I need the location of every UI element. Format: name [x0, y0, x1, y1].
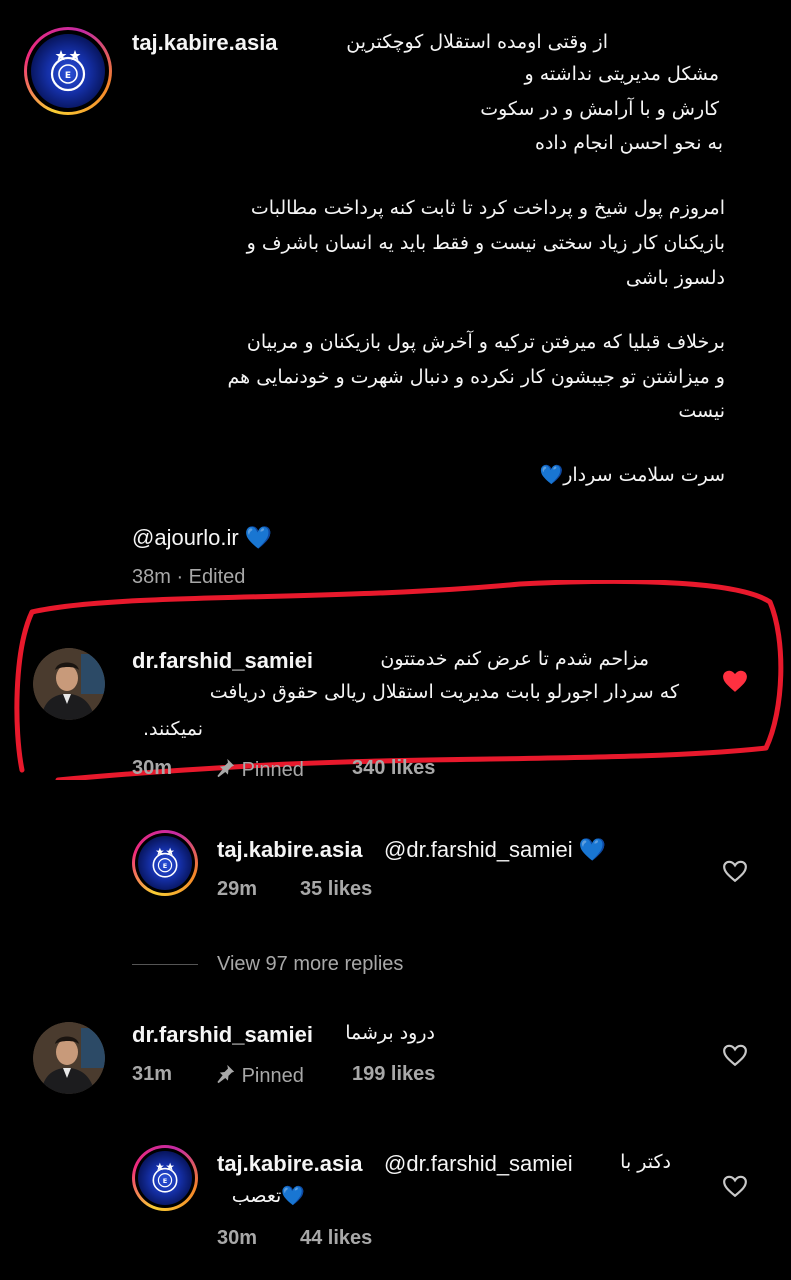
club-logo-icon: E [31, 34, 105, 108]
caption-avatar[interactable]: E [24, 27, 112, 115]
club-logo-icon: E [138, 836, 192, 890]
comment2-username[interactable]: dr.farshid_samiei [132, 1022, 313, 1048]
reply2-likes[interactable]: 44 likes [300, 1227, 372, 1250]
caption-line: برخلاف قبلیا که میرفتن ترکیه و آخرش پول … [246, 331, 725, 353]
comment2-avatar[interactable] [33, 1022, 105, 1094]
comment1-line: مزاحم شدم تا عرض کنم خدمتتون [380, 648, 649, 670]
caption-username[interactable]: taj.kabire.asia [132, 30, 278, 56]
comment1-line: که سردار اجورلو بابت مدیریت استقلال ریال… [209, 681, 679, 703]
caption-line: و میزاشتن تو جیبشون کار نکرده و دنبال شه… [227, 366, 725, 388]
comment1-likes[interactable]: 340 likes [352, 757, 435, 780]
view-more-replies-link[interactable]: View 97 more replies [217, 953, 403, 976]
reply2-text-line2: 💙تعصب [231, 1185, 305, 1207]
caption-line: سرت سلامت سردار💙 [539, 464, 725, 486]
reply2-username[interactable]: taj.kabire.asia [217, 1151, 363, 1177]
reply1-like-heart-icon[interactable] [722, 859, 748, 883]
comment1-pinned-label: Pinned [241, 759, 304, 781]
comment2-time: 31m [132, 1063, 173, 1085]
caption-line: مشکل مدیریتی نداشته و [524, 63, 719, 85]
caption-line: از وقتی اومده استقلال کوچکترین [346, 31, 608, 53]
comment1-like-heart-icon[interactable] [722, 669, 748, 693]
reply2-time: 30m [217, 1227, 258, 1249]
comment1-pinned: Pinned [214, 757, 304, 782]
comment2-pinned-label: Pinned [241, 1065, 304, 1087]
caption-line: به نحو احسن انجام داده [535, 132, 723, 154]
caption-line: نیست [678, 400, 725, 422]
pin-icon [217, 758, 235, 778]
comment2-likes[interactable]: 199 likes [352, 1063, 435, 1086]
caption-line: بازیکنان کار زیاد سختی نیست و فقط باید ی… [246, 232, 725, 254]
reply1-text[interactable]: @dr.farshid_samiei 💙 [384, 837, 606, 863]
comment2-pinned: Pinned [214, 1063, 304, 1088]
profile-photo-icon [33, 648, 105, 720]
comment2-like-heart-icon[interactable] [722, 1043, 748, 1067]
reply2-mention-link[interactable]: @dr.farshid_samiei [384, 1151, 573, 1177]
profile-photo-icon [33, 1022, 105, 1094]
reply2-like-heart-icon[interactable] [722, 1174, 748, 1198]
svg-text:E: E [163, 862, 167, 870]
reply1-time: 29m [217, 878, 258, 900]
caption-mention-link[interactable]: @ajourlo.ir 💙 [132, 525, 272, 551]
reply2-avatar[interactable]: E [132, 1145, 198, 1211]
caption-line: دلسوز باشی [625, 267, 725, 289]
pin-icon [217, 1064, 235, 1084]
svg-text:E: E [65, 71, 71, 81]
comment2-text: درود برشما [345, 1022, 435, 1044]
reply1-likes[interactable]: 35 likes [300, 878, 372, 901]
comment1-avatar[interactable] [33, 648, 105, 720]
caption-line: امروزم پول شیخ و پرداخت کرد تا ثابت کنه … [250, 197, 725, 219]
comment1-time: 30m [132, 757, 173, 779]
club-logo-icon: E [138, 1151, 192, 1205]
caption-line: کارش و با آرامش و در سکوت [480, 98, 719, 120]
comment1-line: نمیکنند. [143, 718, 203, 740]
comment1-username[interactable]: dr.farshid_samiei [132, 648, 313, 674]
view-replies-line [132, 964, 198, 965]
reply1-username[interactable]: taj.kabire.asia [217, 837, 363, 863]
highlight-circle-annotation [14, 580, 784, 780]
svg-text:E: E [163, 1177, 167, 1185]
reply2-text: دکتر با [620, 1151, 671, 1173]
reply1-avatar[interactable]: E [132, 830, 198, 896]
